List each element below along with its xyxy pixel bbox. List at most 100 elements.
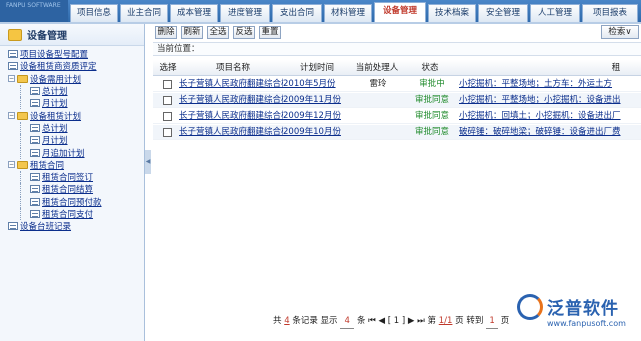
tab-expense-contract[interactable]: 支出合同: [272, 4, 322, 22]
table-row[interactable]: 长子营镇人民政府翻建综合楼 2009年12月份 审批同意 小挖掘机：回填土；小挖…: [153, 109, 641, 124]
sidebar-item-demand-total-plan[interactable]: 总计划: [0, 85, 144, 98]
page-icon: [30, 185, 40, 194]
folder-icon: [17, 74, 28, 83]
sidebar-item-lease-month-plan[interactable]: 月计划: [0, 134, 144, 147]
page-icon: [8, 50, 18, 59]
handler-cell: 雷玲: [369, 79, 387, 89]
plan-time-link[interactable]: 2009年11月份: [283, 93, 351, 108]
tab-project-reports[interactable]: 项目报表: [582, 4, 638, 22]
delete-button[interactable]: 删除: [155, 26, 177, 39]
pagination: 共 4 条记录 显示 4 条 ⏮ ◀ [ 1 ] ▶ ⏭ 第 1/1 页 转到 …: [273, 314, 509, 329]
column-header-project-name[interactable]: 项目名称: [183, 60, 283, 76]
sidebar-item-lease-month-extra-plan[interactable]: 月追加计划: [0, 146, 144, 159]
sidebar-item-shift-records[interactable]: 设备台班记录: [0, 220, 144, 232]
sidebar-item-equipment-model-config[interactable]: 项目设备型号配置: [0, 48, 144, 60]
reset-button[interactable]: 重置: [259, 26, 281, 39]
tab-schedule-management[interactable]: 进度管理: [220, 4, 270, 22]
tab-equipment-management[interactable]: 设备管理: [374, 2, 426, 22]
sidebar-item-lessor-qualification[interactable]: 设备租赁商资质评定: [0, 60, 144, 72]
lease-detail-link[interactable]: 破碎锤：破碎地梁；破碎锤：设备进出厂费: [459, 125, 641, 140]
brand-logo: 泛普软件 www.fanpusoft.com: [517, 292, 637, 338]
plan-time-link[interactable]: 2009年12月份: [283, 109, 351, 124]
page-indicator: 1/1: [438, 316, 453, 326]
sidebar-item-lease-total-plan[interactable]: 总计划: [0, 121, 144, 134]
search-button[interactable]: 检索∨: [601, 25, 639, 39]
invert-selection-button[interactable]: 反选: [233, 26, 255, 39]
grid-header: 选择 项目名称 计划时间 当前处理人 状态 租: [153, 60, 641, 76]
lease-detail-link[interactable]: 小挖掘机：平整场地；土方车：外运土方: [459, 77, 641, 92]
page-icon: [30, 136, 40, 145]
total-records: 4: [284, 316, 290, 326]
row-checkbox[interactable]: [163, 112, 172, 121]
tab-project-info[interactable]: 项目信息: [70, 4, 118, 22]
sidebar-title: 设备管理: [27, 31, 67, 42]
refresh-button[interactable]: 刷新: [181, 26, 203, 39]
sidebar-item-contract-settlement[interactable]: 租赁合同结算: [0, 183, 144, 196]
table-row[interactable]: 长子营镇人民政府翻建综合楼 2009年11月份 审批同意 小挖掘机：平整场地；小…: [153, 93, 641, 108]
page-icon: [8, 222, 18, 231]
page-size-input[interactable]: 4: [340, 314, 355, 329]
tab-labor-management[interactable]: 人工管理: [530, 4, 580, 22]
data-grid: 选择 项目名称 计划时间 当前处理人 状态 租 长子营镇人民政府翻建综合楼 20…: [153, 60, 641, 322]
sidebar-folder-lease-contract[interactable]: − 租赁合同: [0, 159, 144, 171]
status-cell: 审批同意: [414, 127, 449, 137]
sidebar-item-contract-prepayment[interactable]: 租赁合同预付款: [0, 195, 144, 208]
tab-safety-management[interactable]: 安全管理: [478, 4, 528, 22]
row-checkbox[interactable]: [163, 96, 172, 105]
lease-detail-link[interactable]: 小挖掘机：回填土；小挖掘机：设备进出厂: [459, 109, 641, 124]
tab-cost-management[interactable]: 成本管理: [170, 4, 218, 22]
sidebar: 设备管理 项目设备型号配置 设备租赁商资质评定 − 设备需用计划 总计划 月计划 …: [0, 24, 145, 341]
tab-technical-archive[interactable]: 技术档案: [428, 4, 476, 22]
table-row[interactable]: 长子营镇人民政府翻建综合楼 2009年10月份 审批同意 破碎锤：破碎地梁；破碎…: [153, 125, 641, 140]
folder-icon: [17, 111, 28, 120]
handler-cell: [353, 109, 403, 124]
page-icon: [30, 123, 40, 132]
column-header-lease-detail[interactable]: 租: [601, 60, 631, 76]
project-name-link[interactable]: 长子营镇人民政府翻建综合楼: [179, 93, 283, 108]
brand-mark-icon: [517, 294, 543, 320]
status-cell: 审批同意: [414, 95, 449, 105]
project-name-link[interactable]: 长子营镇人民政府翻建综合楼: [179, 125, 283, 140]
collapse-icon[interactable]: −: [8, 112, 15, 120]
collapse-icon[interactable]: −: [8, 161, 15, 169]
page-nav-controls[interactable]: ⏮ ◀ [ 1 ] ▶ ⏭: [368, 316, 425, 326]
breadcrumb: 当前位置：: [153, 42, 641, 56]
sidebar-item-demand-month-plan[interactable]: 月计划: [0, 97, 144, 110]
sidebar-folder-demand-plan[interactable]: − 设备需用计划: [0, 73, 144, 85]
sidebar-folder-lease-plan[interactable]: − 设备租赁计划: [0, 109, 144, 122]
page-icon: [30, 173, 40, 182]
collapse-icon[interactable]: −: [8, 75, 15, 83]
sidebar-item-contract-payment[interactable]: 租赁合同支付: [0, 208, 144, 220]
column-header-status[interactable]: 状态: [405, 60, 455, 76]
lease-detail-link[interactable]: 小挖掘机：平整场地；小挖掘机：设备进出: [459, 93, 641, 108]
sidebar-item-contract-signing[interactable]: 租赁合同签订: [0, 171, 144, 184]
page-icon: [30, 148, 40, 157]
module-icon: [8, 28, 22, 41]
brand-url: www.fanpusoft.com: [547, 319, 626, 328]
sidebar-collapse-handle[interactable]: ◀: [145, 150, 151, 174]
brand-name: 泛普软件: [547, 299, 619, 319]
column-header-select: 选择: [159, 63, 177, 73]
handler-cell: [353, 125, 403, 140]
toolbar: 删除 刷新 全选 反选 重置 检索∨: [153, 24, 641, 42]
status-cell: 审批同意: [414, 111, 449, 121]
sidebar-header: 设备管理: [0, 24, 144, 46]
tab-material-management[interactable]: 材料管理: [324, 4, 372, 22]
page-icon: [8, 62, 18, 71]
goto-page-input[interactable]: 1: [486, 314, 499, 329]
plan-time-link[interactable]: 2010年5月份: [283, 77, 351, 92]
page-icon: [30, 87, 40, 96]
row-checkbox[interactable]: [163, 128, 172, 137]
page-icon: [30, 99, 40, 108]
table-row[interactable]: 长子营镇人民政府翻建综合楼 2010年5月份 雷玲 审批中 小挖掘机：平整场地；…: [153, 77, 641, 92]
project-name-link[interactable]: 长子营镇人民政府翻建综合楼: [179, 77, 283, 92]
row-checkbox[interactable]: [163, 80, 172, 89]
select-all-button[interactable]: 全选: [207, 26, 229, 39]
app-logo: FANPU SOFTWARE: [0, 0, 68, 22]
handler-cell: [353, 93, 403, 108]
plan-time-link[interactable]: 2009年10月份: [283, 125, 351, 140]
project-name-link[interactable]: 长子营镇人民政府翻建综合楼: [179, 109, 283, 124]
tab-owner-contract[interactable]: 业主合同: [120, 4, 168, 22]
column-header-plan-time[interactable]: 计划时间: [285, 60, 349, 76]
column-header-handler[interactable]: 当前处理人: [351, 60, 403, 76]
